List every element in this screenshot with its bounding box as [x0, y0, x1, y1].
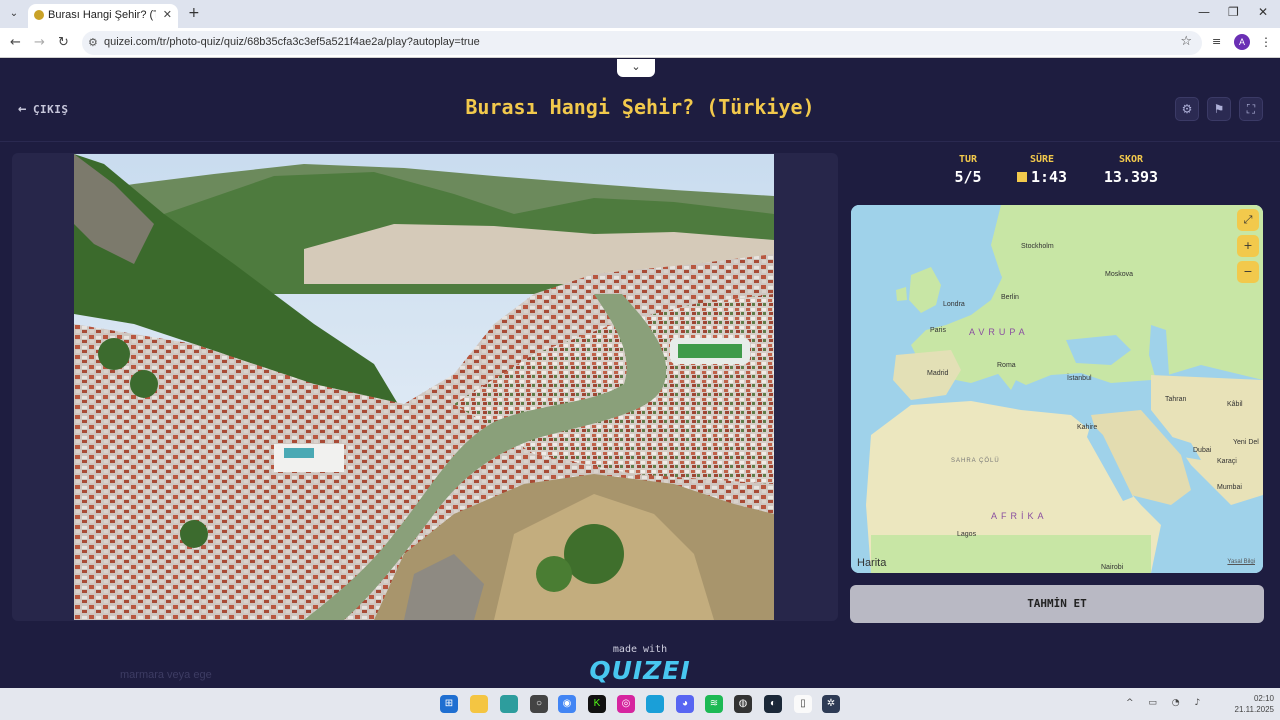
restore-icon[interactable]: ❐: [1228, 5, 1239, 19]
discord-icon[interactable]: ◕: [676, 695, 694, 713]
system-tray-icons[interactable]: ^ ▭ ◔ ♪: [1126, 698, 1206, 708]
score-value: 13.393: [1103, 168, 1159, 186]
zoom-in-icon[interactable]: +: [1237, 235, 1259, 257]
app-icon-2[interactable]: ✲: [822, 695, 840, 713]
more-menu-icon[interactable]: ⋮: [1260, 35, 1272, 49]
map-label-paris: Paris: [930, 327, 946, 334]
settings-gear-icon[interactable]: ⚙: [1175, 97, 1199, 121]
round-label: TUR: [958, 154, 978, 165]
circle-app-icon[interactable]: ○: [530, 695, 548, 713]
map-label-yeni-delhi: Yeni Del: [1233, 439, 1259, 446]
map-label-karaci: Karaçi: [1217, 458, 1237, 465]
page-title: Burası Hangi Şehir? (Türkiye): [465, 95, 815, 119]
time-value-wrap: 1:43: [1010, 168, 1074, 186]
map-label-istanbul: İstanbul: [1067, 375, 1092, 382]
map-label-roma: Roma: [997, 362, 1016, 369]
map-label-avrupa: AVRUPA: [969, 327, 1029, 337]
window-close-icon[interactable]: ✕: [1258, 5, 1268, 19]
time-label: SÜRE: [1029, 154, 1055, 165]
map-label-moskova: Moskova: [1105, 271, 1134, 278]
map-label-londra: Londra: [943, 301, 965, 308]
collapse-chevron-icon[interactable]: ⌄: [617, 59, 655, 77]
chat-app-icon[interactable]: [500, 695, 518, 713]
map-label-stockholm: Stockholm: [1021, 243, 1054, 250]
spotify-icon[interactable]: ≋: [705, 695, 723, 713]
made-with-text: made with: [612, 644, 668, 655]
map-expand-icon[interactable]: ⤢: [1237, 209, 1259, 231]
steam-icon[interactable]: ◐: [764, 695, 782, 713]
map-label-kabil: Kâbil: [1227, 401, 1243, 408]
clock-date: 21.11.2025: [1234, 705, 1274, 714]
url-text[interactable]: quizei.com/tr/photo-quiz/quiz/68b35cfa3c…: [104, 36, 480, 48]
clock[interactable]: 02:10 21.11.2025: [1226, 693, 1274, 715]
quiz-page: ⌄ ← ÇIKIŞ Burası Hangi Şehir? (Türkiye) ⚙…: [0, 59, 1280, 688]
profile-avatar[interactable]: A: [1234, 34, 1250, 50]
map-label-sahra: SAHRA ÇÖLÜ: [951, 458, 1000, 464]
new-tab-plus-icon[interactable]: +: [188, 5, 200, 21]
map-label-berlin: Berlin: [1001, 294, 1019, 301]
map-label-madrid: Madrid: [927, 370, 949, 377]
back-arrow-icon[interactable]: ←: [10, 35, 21, 50]
reload-icon[interactable]: ↻: [58, 35, 69, 50]
guess-map[interactable]: Stockholm Moskova Londra Berlin Paris AV…: [851, 205, 1263, 573]
timer-icon: [1016, 172, 1027, 182]
bookmark-star-icon[interactable]: ☆: [1180, 34, 1192, 49]
guess-button[interactable]: TAHMİN ET: [850, 585, 1264, 623]
tab-list-chevron-icon[interactable]: ⌄: [6, 6, 22, 22]
windows-start-icon[interactable]: ⊞: [440, 695, 458, 713]
map-attribution-text: Harita: [857, 557, 887, 569]
browser-tab[interactable]: Burası Hangi Şehir? (Türkiye) - Q ✕: [28, 4, 178, 28]
kick-icon[interactable]: K: [588, 695, 606, 713]
round-value: 5/5: [954, 168, 982, 186]
favicon-icon: [34, 10, 44, 20]
map-label-dubai: Dubai: [1193, 447, 1212, 454]
time-stat: SÜRE 1:43: [1010, 154, 1074, 186]
tab-title: Burası Hangi Şehir? (Türkiye) - Q: [48, 9, 156, 21]
address-bar[interactable]: ⚙ quizei.com/tr/photo-quiz/quiz/68b35cfa…: [82, 31, 1202, 55]
map-label-afrika: AFRİKA: [991, 511, 1048, 521]
quiz-stats: TUR 5/5 SÜRE 1:43 SKOR 13.393: [920, 154, 1200, 194]
quizei-logo[interactable]: QUIZEI: [0, 656, 1280, 685]
clock-time: 02:10: [1253, 694, 1274, 703]
browser-tab-bar: ⌄ Burası Hangi Şehir? (Türkiye) - Q ✕ + …: [0, 0, 1280, 28]
header-divider: [0, 141, 1280, 142]
minimize-icon[interactable]: —: [1198, 5, 1210, 19]
map-attribution: Harita: [857, 557, 886, 569]
zoom-out-icon[interactable]: −: [1237, 261, 1259, 283]
media-control-icon[interactable]: ≡: [1212, 35, 1221, 48]
map-label-mumbai: Mumbai: [1217, 484, 1242, 491]
fullscreen-icon[interactable]: ⛶: [1239, 97, 1263, 121]
browser-toolbar: ← → ↻ ⚙ quizei.com/tr/photo-quiz/quiz/68…: [0, 28, 1280, 58]
map-label-kahire: Kahire: [1077, 424, 1098, 431]
instagram-icon[interactable]: ◎: [617, 695, 635, 713]
chrome-icon[interactable]: ◉: [558, 695, 576, 713]
city-aerial-photo: [74, 154, 774, 620]
app-icon[interactable]: [646, 695, 664, 713]
score-stat: SKOR 13.393: [1096, 154, 1166, 186]
time-value: 1:43: [1030, 168, 1068, 186]
obs-icon[interactable]: ◍: [734, 695, 752, 713]
file-explorer-icon[interactable]: [470, 695, 488, 713]
report-flag-icon[interactable]: ⚑: [1207, 97, 1231, 121]
map-label-nairobi: Nairobi: [1101, 564, 1124, 571]
document-icon[interactable]: ▯: [794, 695, 812, 713]
os-taskbar: ⊞ ○ ◉ K ◎ ◕ ≋ ◍ ◐ ▯ ✲ ^ ▭ ◔ ♪ 02:10 21.1…: [0, 688, 1280, 720]
photo-panel: [12, 153, 838, 621]
round-stat: TUR 5/5: [948, 154, 988, 186]
forward-arrow-icon[interactable]: →: [34, 35, 45, 50]
map-label-tahran: Tahran: [1165, 396, 1187, 403]
map-legal-link[interactable]: Yasal Bilgi: [1227, 559, 1255, 565]
score-label: SKOR: [1118, 154, 1144, 165]
map-label-lagos: Lagos: [957, 531, 977, 538]
tab-close-icon[interactable]: ✕: [163, 8, 172, 21]
site-info-icon[interactable]: ⚙: [88, 36, 98, 49]
